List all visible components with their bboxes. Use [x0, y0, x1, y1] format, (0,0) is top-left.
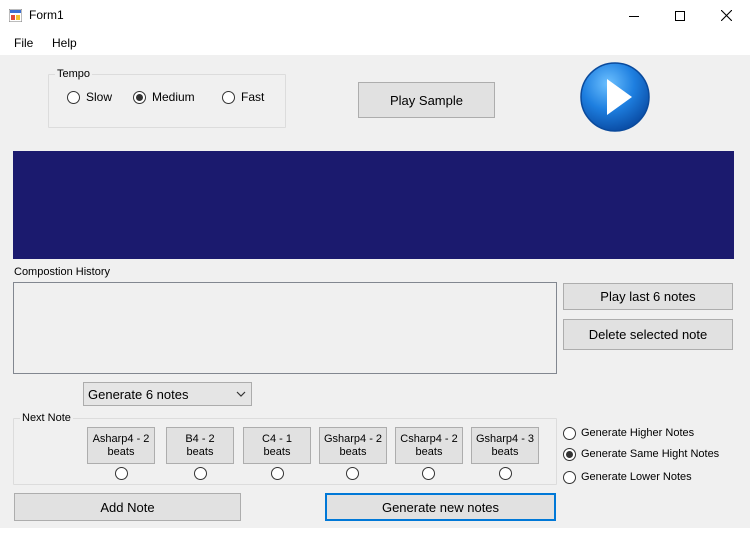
generate-count-value: Generate 6 notes	[88, 387, 189, 402]
note-option-line1: Gsharp4 - 3	[475, 432, 535, 445]
tempo-slow-label: Slow	[86, 90, 113, 104]
note-option-button[interactable]: Asharp4 - 2 beats	[87, 427, 155, 464]
chevron-down-icon	[236, 391, 246, 397]
tempo-medium-label: Medium	[152, 90, 195, 104]
note-option-button[interactable]: Gsharp4 - 3 beats	[471, 427, 539, 464]
delete-selected-note-button[interactable]: Delete selected note	[563, 319, 733, 350]
form-app-icon	[9, 9, 22, 22]
generate-same-label: Generate Same Hight Notes	[581, 448, 720, 460]
note-select-radio[interactable]	[115, 467, 128, 480]
generate-new-notes-button[interactable]: Generate new notes	[325, 493, 556, 521]
note-select-radio[interactable]	[346, 467, 359, 480]
tempo-fast-radio[interactable]	[222, 91, 235, 104]
note-option-button[interactable]: Csharp4 - 2 beats	[395, 427, 463, 464]
note-option-line2: beats	[107, 445, 135, 458]
note-option-line1: C4 - 1	[262, 432, 292, 445]
main-window: Form1 File Help Tempo Slow Medium Fast P…	[0, 0, 750, 528]
history-listbox[interactable]	[13, 282, 557, 374]
generate-lower-radio[interactable]	[563, 471, 576, 484]
note-option-line1: B4 - 2	[185, 432, 215, 445]
note-option-line2: beats	[491, 445, 519, 458]
minimize-button[interactable]	[611, 0, 657, 31]
maximize-button[interactable]	[657, 0, 703, 31]
generate-count-dropdown[interactable]: Generate 6 notes	[83, 382, 252, 406]
title-bar[interactable]: Form1	[0, 0, 750, 31]
note-select-radio[interactable]	[422, 467, 435, 480]
note-option-line2: beats	[263, 445, 291, 458]
menu-help[interactable]: Help	[52, 36, 77, 50]
tempo-medium-radio[interactable]	[133, 91, 146, 104]
generate-higher-label: Generate Higher Notes	[581, 427, 695, 439]
note-option-line2: beats	[339, 445, 367, 458]
note-option-line2: beats	[415, 445, 443, 458]
note-select-radio[interactable]	[499, 467, 512, 480]
note-option-line1: Gsharp4 - 2	[323, 432, 383, 445]
note-option-button[interactable]: B4 - 2 beats	[166, 427, 234, 464]
close-icon	[720, 10, 732, 21]
note-select-radio[interactable]	[194, 467, 207, 480]
add-note-button[interactable]: Add Note	[14, 493, 241, 521]
note-option-line2: beats	[186, 445, 214, 458]
menu-file[interactable]: File	[14, 36, 33, 50]
next-note-group-title: Next Note	[20, 412, 73, 424]
maximize-icon	[675, 10, 685, 21]
note-option-line1: Csharp4 - 2	[400, 432, 458, 445]
note-option-button[interactable]: C4 - 1 beats	[243, 427, 311, 464]
note-option-button[interactable]: Gsharp4 - 2 beats	[319, 427, 387, 464]
notes-display-panel	[13, 151, 734, 259]
play-sample-button[interactable]: Play Sample	[358, 82, 495, 118]
generate-same-radio[interactable]	[563, 448, 576, 461]
menu-bar	[0, 31, 750, 55]
generate-higher-radio[interactable]	[563, 427, 576, 440]
tempo-group-title: Tempo	[55, 68, 93, 80]
history-label: Compostion History	[14, 266, 110, 278]
close-button[interactable]	[703, 0, 749, 31]
note-option-line1: Asharp4 - 2	[92, 432, 150, 445]
note-select-radio[interactable]	[271, 467, 284, 480]
tempo-slow-radio[interactable]	[67, 91, 80, 104]
generate-lower-label: Generate Lower Notes	[581, 471, 692, 483]
tempo-fast-label: Fast	[241, 90, 265, 104]
play-icon[interactable]	[579, 61, 651, 133]
window-title: Form1	[29, 8, 64, 22]
play-last-notes-button[interactable]: Play last 6 notes	[563, 283, 733, 310]
minimize-icon	[629, 15, 639, 17]
